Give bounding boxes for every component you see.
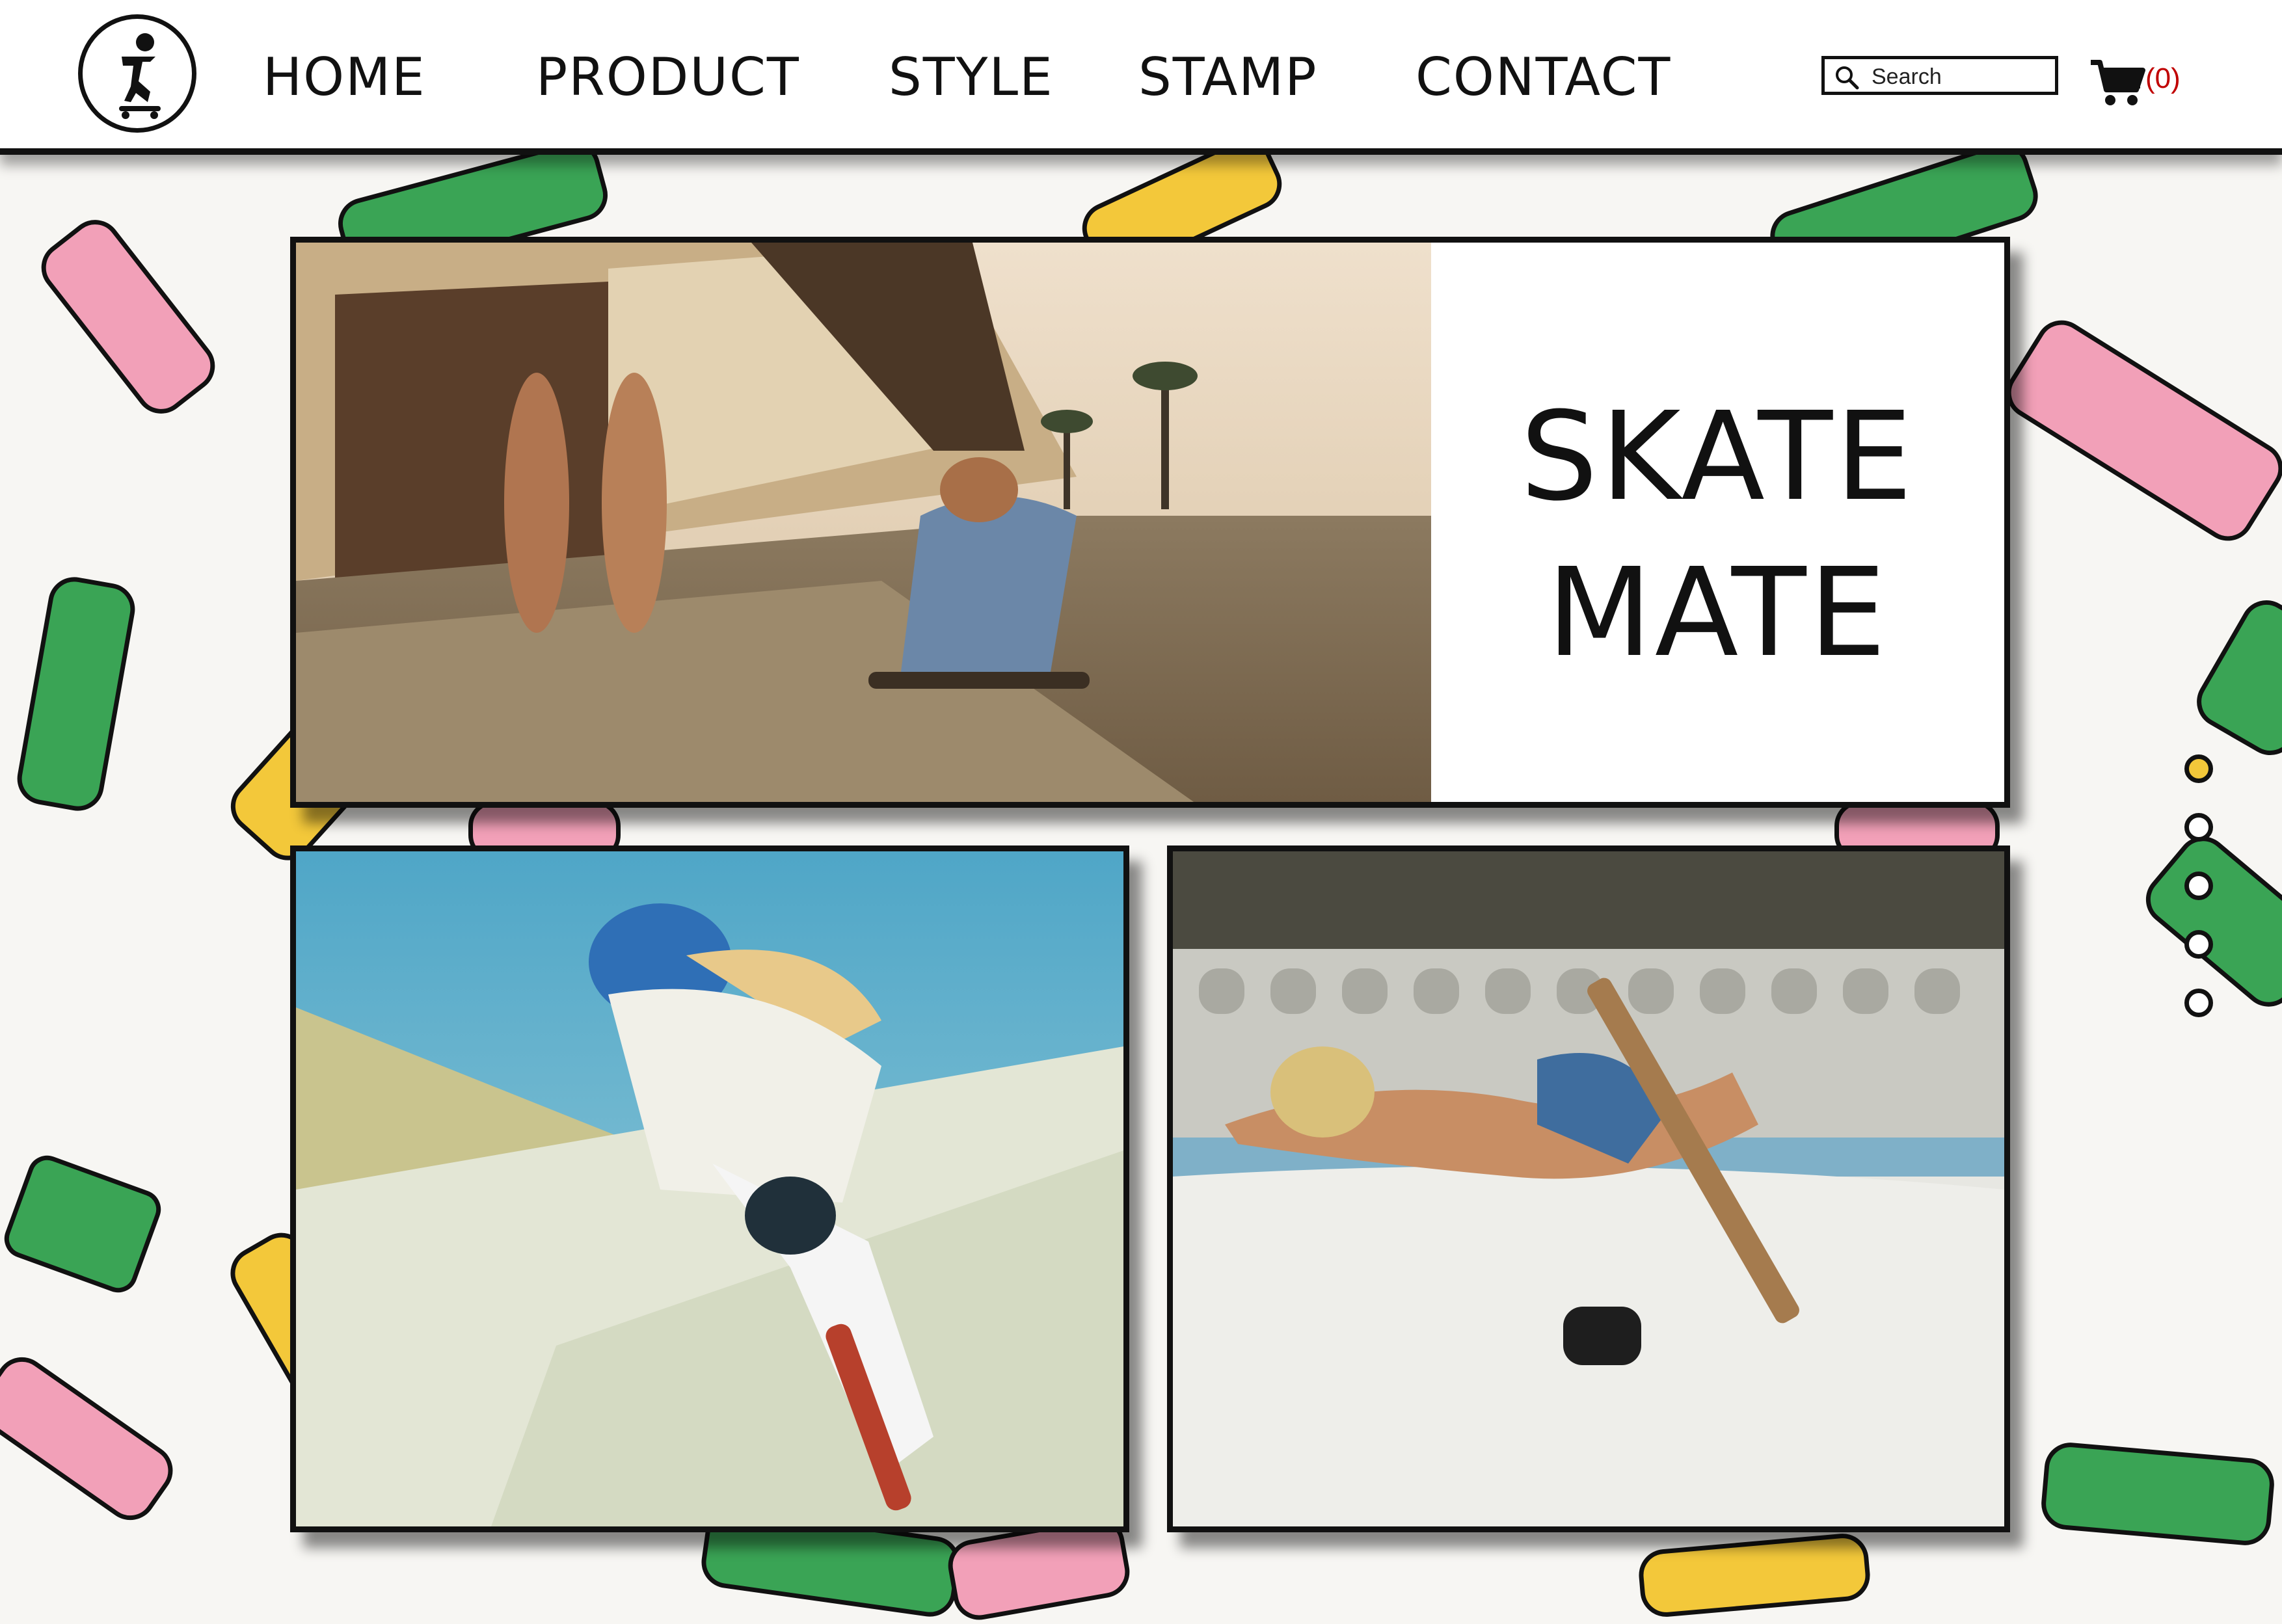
hero-photo	[296, 243, 1431, 802]
skateboard-illustration	[2135, 825, 2282, 1018]
skateboard-illustration	[2187, 591, 2282, 765]
skateboard-illustration	[13, 573, 139, 815]
skater-logo-icon[interactable]	[78, 14, 196, 133]
skateboard-illustration	[0, 1347, 183, 1530]
search-box[interactable]	[1821, 56, 2058, 95]
skater-photo-right	[1173, 851, 2004, 1526]
skateboard-illustration	[0, 1150, 167, 1298]
pager-dot-5[interactable]	[2184, 989, 2213, 1017]
nav-contact[interactable]: CONTACT	[1416, 47, 1671, 107]
hero-banner: SKATE MATE	[290, 237, 2010, 808]
hero-title-line-1: SKATE	[1520, 386, 1915, 528]
search-input[interactable]	[1870, 62, 2055, 92]
skater-photo-left	[296, 851, 1123, 1526]
photo-card-left	[290, 845, 1129, 1532]
cart-count[interactable]: (0)	[2145, 62, 2181, 95]
nav-home[interactable]: HOME	[263, 47, 426, 107]
pager-dot-2[interactable]	[2184, 813, 2213, 842]
nav-stamp[interactable]: STAMP	[1138, 47, 1317, 107]
search-icon	[1836, 66, 1859, 90]
nav-style[interactable]: STYLE	[889, 47, 1054, 107]
photo-card-right	[1167, 845, 2010, 1532]
pager-dot-4[interactable]	[2184, 930, 2213, 959]
nav-product[interactable]: PRODUCT	[536, 47, 800, 107]
pager-dot-3[interactable]	[2184, 872, 2213, 900]
skateboard-illustration	[2039, 1440, 2277, 1548]
site-header: HOME PRODUCT STYLE STAMP CONTACT (0)	[0, 0, 2282, 155]
skateboard-illustration	[1996, 310, 2282, 551]
skateboard-illustration	[1637, 1531, 1872, 1619]
pager-dot-1[interactable]	[2184, 754, 2213, 783]
hero-title-line-2: MATE	[1546, 542, 1889, 684]
skateboard-illustration	[31, 209, 226, 424]
hero-title-panel: SKATE MATE	[1431, 243, 2004, 802]
cart-icon[interactable]	[2088, 57, 2147, 109]
